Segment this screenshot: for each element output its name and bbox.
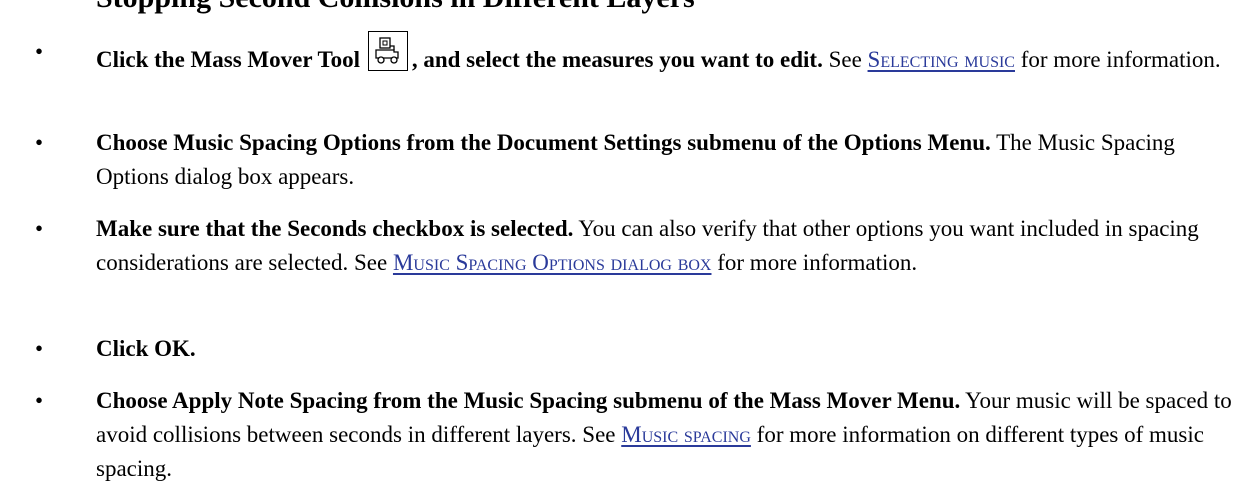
- bullet: •: [35, 39, 44, 64]
- list-item: • Click OK.: [35, 332, 1248, 366]
- bullet: •: [35, 130, 44, 155]
- list-item: • Choose Apply Note Spacing from the Mus…: [35, 384, 1248, 486]
- bullet: •: [35, 336, 44, 361]
- step-lead-text: , and select the measures you want to ed…: [411, 47, 823, 72]
- step-body-text: for more information.: [1014, 47, 1221, 72]
- mass-mover-tool-icon: [367, 31, 408, 71]
- step-lead-text: Make sure that the Seconds checkbox is s…: [96, 216, 574, 241]
- section-heading: Stopping Second Collisions in Different …: [96, 0, 695, 16]
- link-music-spacing[interactable]: Music spacing: [621, 422, 751, 447]
- list-item: • Make sure that the Seconds checkbox is…: [35, 212, 1248, 280]
- link-music-spacing-options-dialog-box[interactable]: Music Spacing Options dialog box: [393, 250, 712, 275]
- step-lead-text: Click the Mass Mover Tool: [96, 47, 361, 72]
- bullet: •: [35, 216, 44, 241]
- step-lead-text: Choose Apply Note Spacing from the Music…: [96, 388, 961, 413]
- list-item: • Choose Music Spacing Options from the …: [35, 126, 1248, 194]
- bullet: •: [35, 388, 44, 413]
- link-selecting-music[interactable]: Selecting music: [868, 47, 1015, 72]
- step-lead-text: Click OK.: [96, 336, 196, 361]
- step-body-text: See: [822, 47, 868, 72]
- list-item: • Click the Mass Mover Tool , and select…: [35, 31, 1248, 77]
- step-body-text: for more information.: [711, 250, 918, 275]
- step-lead-text: Choose Music Spacing Options from the Do…: [96, 130, 991, 155]
